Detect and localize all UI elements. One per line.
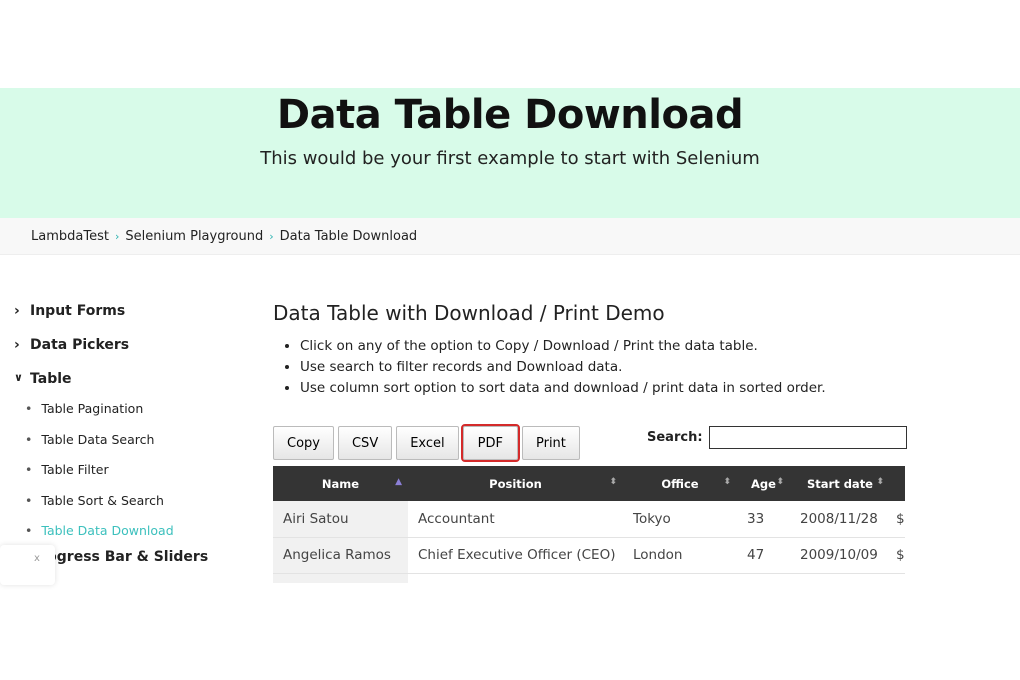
search-input[interactable] — [708, 426, 907, 449]
cell-name: Angelica Ramos — [273, 537, 408, 574]
sidebar: ›Input Forms ›Data Pickers ∨Table Table … — [14, 303, 208, 583]
chevron-down-icon: ∨ — [14, 371, 23, 384]
table-row: Angelica Ramos Chief Executive Officer (… — [273, 537, 905, 574]
sidebar-group-table[interactable]: ∨ Table — [14, 371, 208, 405]
cell-start-date: 2008/11/28 — [790, 501, 890, 538]
print-button[interactable]: Print — [521, 426, 580, 460]
breadcrumb-current: Data Table Download — [279, 229, 418, 244]
search-box: Search: — [647, 426, 907, 449]
sort-icon: ⬍ — [876, 476, 884, 487]
chevron-right-icon: › — [114, 230, 120, 243]
chat-popup: x — [0, 545, 55, 585]
cell-start-date: 2009/10/09 — [790, 537, 890, 574]
instruction-item: Click on any of the option to Copy / Dow… — [300, 336, 913, 357]
cell-age: 47 — [737, 537, 790, 574]
section-title: Data Table with Download / Print Demo — [273, 301, 665, 325]
table-row — [273, 573, 905, 583]
csv-button[interactable]: CSV — [337, 426, 393, 460]
page-subtitle: This would be your first example to star… — [260, 148, 760, 169]
pdf-button[interactable]: PDF — [460, 424, 520, 462]
sort-icon: ⬍ — [776, 476, 784, 487]
sidebar-item-table-sort-search[interactable]: Table Sort & Search — [25, 493, 208, 524]
instruction-item: Use search to filter records and Downloa… — [300, 357, 913, 378]
breadcrumb-playground[interactable]: Selenium Playground — [125, 229, 263, 244]
cell-position: Accountant — [408, 501, 623, 538]
sort-icon: ⬍ — [723, 476, 731, 487]
cell-position: Chief Executive Officer (CEO) — [408, 537, 623, 574]
main-content: Data Table with Download / Print Demo Cl… — [273, 301, 913, 399]
breadcrumb-home[interactable]: LambdaTest — [31, 229, 109, 244]
column-header-office[interactable]: Office ⬍ — [623, 466, 737, 501]
column-header-salary[interactable] — [890, 466, 905, 501]
copy-button[interactable]: Copy — [273, 426, 334, 460]
cell-salary: $ — [890, 537, 905, 574]
excel-button[interactable]: Excel — [396, 426, 459, 460]
sidebar-item-table-data-search[interactable]: Table Data Search — [25, 432, 208, 463]
column-header-start-date[interactable]: Start date ⬍ — [790, 466, 890, 501]
cell-office: London — [623, 537, 737, 574]
column-header-position[interactable]: Position ⬍ — [408, 466, 623, 501]
sort-icon: ⬍ — [609, 476, 617, 487]
export-toolbar: Copy CSV Excel PDF Print — [273, 424, 580, 462]
sidebar-item-table-pagination[interactable]: Table Pagination — [25, 401, 208, 432]
breadcrumb: LambdaTest › Selenium Playground › Data Tabl… — [0, 218, 1020, 255]
page-title: Data Table Download — [276, 92, 744, 138]
chevron-right-icon: › — [14, 337, 20, 353]
cell-age: 33 — [737, 501, 790, 538]
chevron-right-icon: › — [14, 303, 20, 319]
table-row: Airi Satou Accountant Tokyo 33 2008/11/2… — [273, 501, 905, 538]
sidebar-item-table-filter[interactable]: Table Filter — [25, 462, 208, 493]
column-header-age[interactable]: Age ⬍ — [737, 466, 790, 501]
sort-asc-icon: ▲ — [395, 476, 402, 487]
hero-banner: Data Table Download This would be your f… — [0, 88, 1020, 218]
data-table: Name ▲ Position ⬍ Office ⬍ Age ⬍ Start date ⬍… — [273, 466, 905, 583]
sidebar-group-data-pickers[interactable]: › Data Pickers — [14, 337, 208, 371]
chevron-right-icon: › — [269, 230, 274, 243]
cell-name: Airi Satou — [273, 501, 408, 538]
close-icon[interactable]: x — [34, 553, 40, 564]
search-label: Search: — [647, 430, 703, 445]
cell-salary: $ — [890, 501, 905, 538]
column-header-name[interactable]: Name ▲ — [273, 466, 408, 501]
sidebar-group-input-forms[interactable]: › Input Forms — [14, 303, 208, 337]
cell-office: Tokyo — [623, 501, 737, 538]
instruction-item: Use column sort option to sort data and … — [300, 378, 913, 399]
